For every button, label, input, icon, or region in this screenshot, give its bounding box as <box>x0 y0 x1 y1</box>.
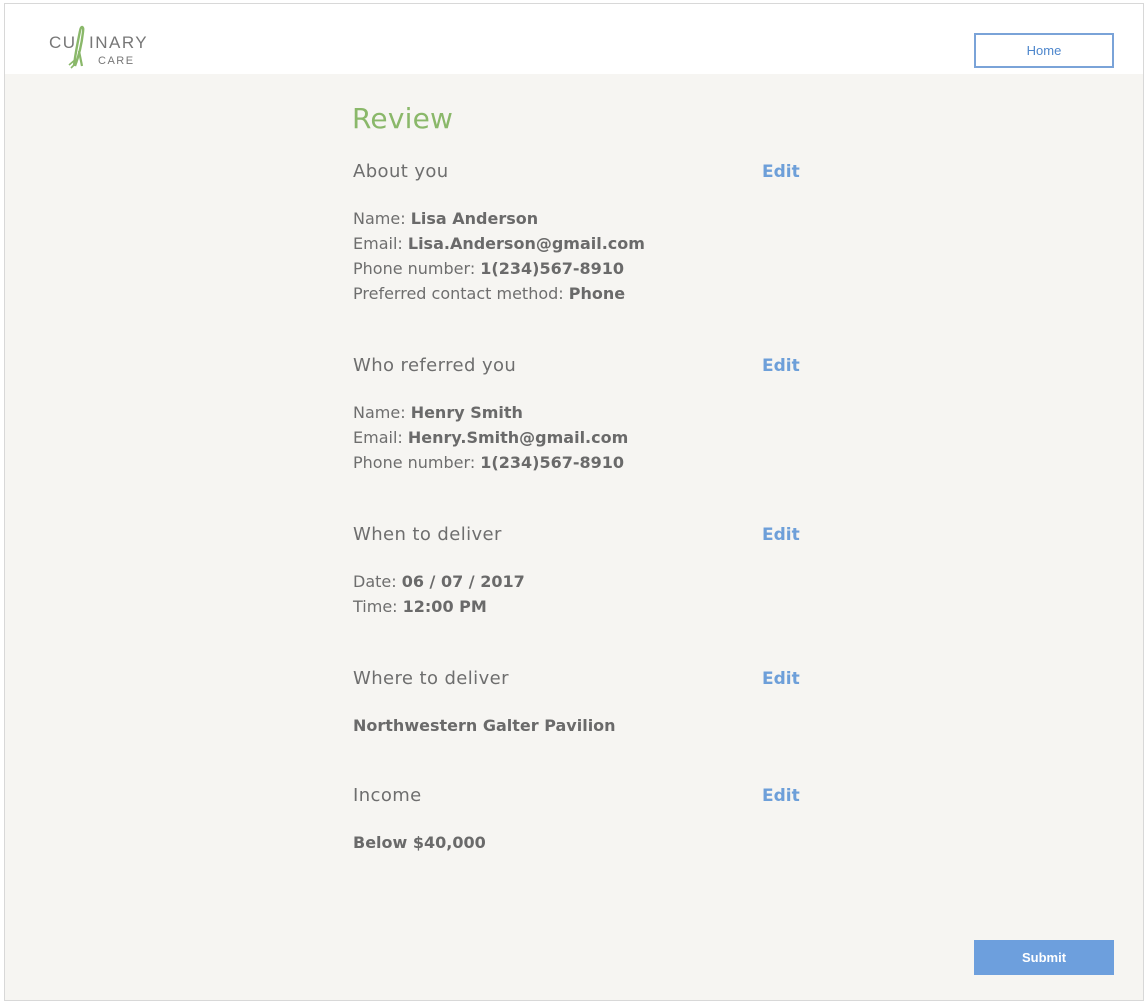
detail-label: Email: <box>353 428 408 447</box>
section-title: Who referred you <box>353 355 517 376</box>
where-details: Northwestern Galter Pavilion <box>353 713 803 738</box>
detail-value: 1(234)567-8910 <box>480 453 625 472</box>
logo-word-cu: CU <box>49 33 77 52</box>
detail-value: 1(234)567-8910 <box>480 259 625 278</box>
section-title: When to deliver <box>353 524 502 545</box>
detail-label: Time: <box>353 597 403 616</box>
section-where-to-deliver: Where to deliver Edit Northwestern Galte… <box>353 668 803 738</box>
edit-income-link[interactable]: Edit <box>762 786 800 806</box>
edit-when-link[interactable]: Edit <box>762 525 800 545</box>
submit-button[interactable]: Submit <box>974 940 1114 975</box>
detail-value: Lisa.Anderson@gmail.com <box>407 234 645 253</box>
detail-label: Name: <box>353 209 411 228</box>
detail-row-phone: Phone number: 1(234)567-8910 <box>353 450 803 475</box>
income-value: Below $40,000 <box>353 833 486 852</box>
logo-fork-stroke <box>77 50 84 67</box>
detail-row-phone: Phone number: 1(234)567-8910 <box>353 256 803 281</box>
section-header: Where to deliver Edit <box>353 668 803 694</box>
detail-label: Email: <box>353 234 408 253</box>
home-button[interactable]: Home <box>974 33 1114 68</box>
detail-row-email: Email: Henry.Smith@gmail.com <box>353 425 803 450</box>
header-bar: CU INARY CARE Home <box>5 4 1143 74</box>
detail-value: 06 / 07 / 2017 <box>401 572 525 591</box>
detail-row-contact-method: Preferred contact method: Phone <box>353 281 803 306</box>
when-details: Date: 06 / 07 / 2017 Time: 12:00 PM <box>353 569 803 619</box>
detail-label: Name: <box>353 403 411 422</box>
logo-word-inary: INARY <box>89 33 148 52</box>
culinary-care-logo[interactable]: CU INARY CARE <box>49 21 159 71</box>
section-title: Income <box>353 785 422 806</box>
section-header: About you Edit <box>353 161 803 187</box>
edit-where-link[interactable]: Edit <box>762 669 800 689</box>
detail-label: Preferred contact method: <box>353 284 569 303</box>
section-income: Income Edit Below $40,000 <box>353 785 803 855</box>
detail-row-name: Name: Lisa Anderson <box>353 206 803 231</box>
app-frame: CU INARY CARE Home Review About you Edit… <box>4 3 1144 1001</box>
section-header: When to deliver Edit <box>353 524 803 550</box>
section-about-you: About you Edit Name: Lisa Anderson Email… <box>353 161 803 306</box>
edit-referrer-link[interactable]: Edit <box>762 356 800 376</box>
income-details: Below $40,000 <box>353 830 803 855</box>
referrer-details: Name: Henry Smith Email: Henry.Smith@gma… <box>353 400 803 475</box>
delivery-location: Northwestern Galter Pavilion <box>353 716 616 735</box>
section-title: About you <box>353 161 449 182</box>
detail-row-email: Email: Lisa.Anderson@gmail.com <box>353 231 803 256</box>
section-header: Who referred you Edit <box>353 355 803 381</box>
detail-value: Lisa Anderson <box>410 209 539 228</box>
logo-word-care: CARE <box>98 55 135 67</box>
about-you-details: Name: Lisa Anderson Email: Lisa.Anderson… <box>353 206 803 306</box>
section-header: Income Edit <box>353 785 803 811</box>
detail-row-date: Date: 06 / 07 / 2017 <box>353 569 803 594</box>
detail-label: Date: <box>353 572 402 591</box>
section-when-to-deliver: When to deliver Edit Date: 06 / 07 / 201… <box>353 524 803 619</box>
detail-value: 12:00 PM <box>402 597 487 616</box>
edit-about-you-link[interactable]: Edit <box>762 162 800 182</box>
detail-row-time: Time: 12:00 PM <box>353 594 803 619</box>
page-title: Review <box>352 102 454 135</box>
detail-label: Phone number: <box>353 453 481 472</box>
detail-value: Henry.Smith@gmail.com <box>407 428 629 447</box>
detail-value: Henry Smith <box>410 403 523 422</box>
detail-value: Phone <box>568 284 626 303</box>
detail-row-name: Name: Henry Smith <box>353 400 803 425</box>
section-who-referred-you: Who referred you Edit Name: Henry Smith … <box>353 355 803 475</box>
section-title: Where to deliver <box>353 668 509 689</box>
detail-label: Phone number: <box>353 259 481 278</box>
